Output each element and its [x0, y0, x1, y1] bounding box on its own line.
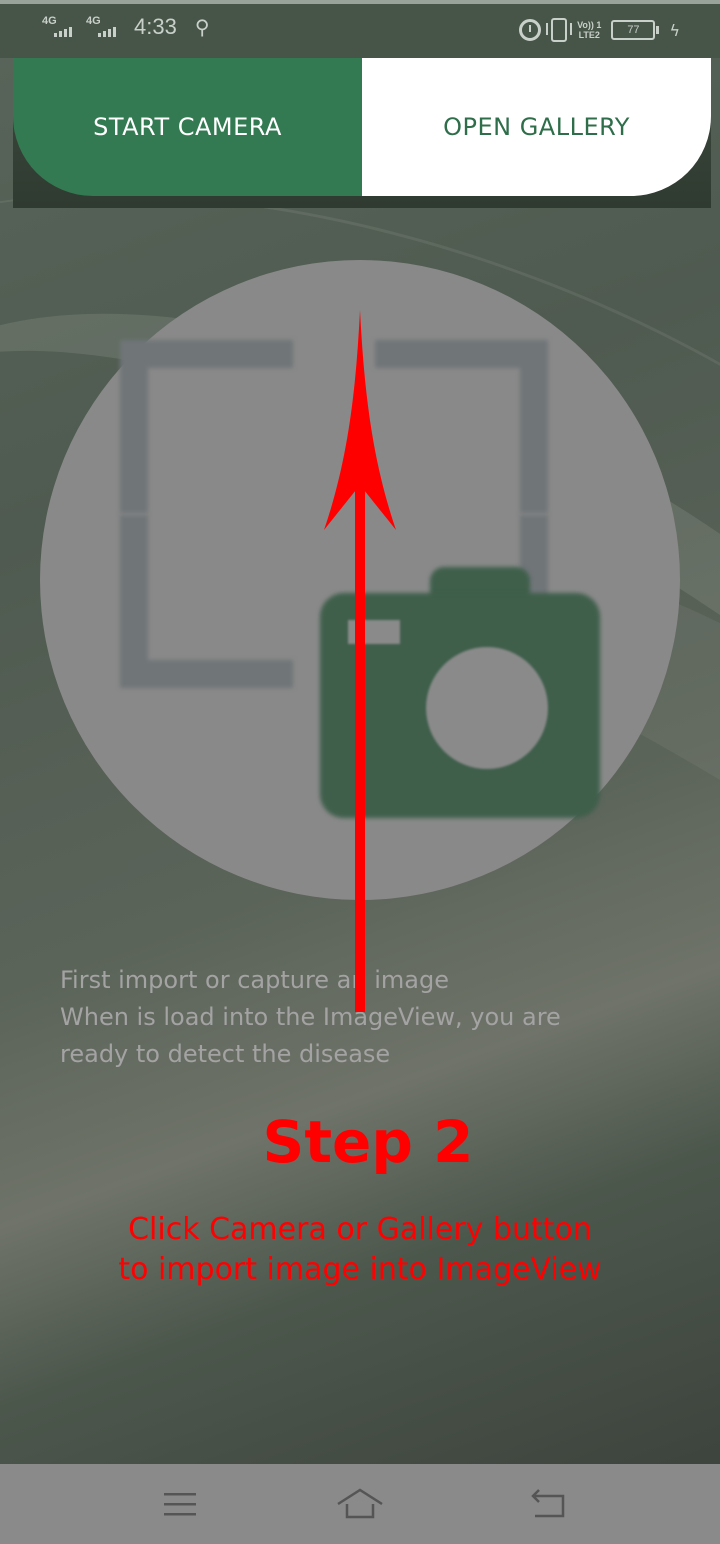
clock: 4:33	[134, 14, 177, 39]
start-camera-button[interactable]: START CAMERA	[13, 58, 362, 196]
open-gallery-button[interactable]: OPEN GALLERY	[362, 58, 711, 196]
charging-icon: ϟ	[669, 20, 680, 40]
battery-icon: 77	[611, 20, 660, 40]
home-icon[interactable]	[335, 1484, 385, 1524]
back-icon[interactable]	[525, 1484, 575, 1524]
signal-icon: 4G	[86, 15, 120, 39]
battery-level: 77	[627, 24, 640, 36]
menu-icon[interactable]	[160, 1484, 210, 1524]
volte-label: Vo)) 1	[577, 20, 602, 30]
usb-icon: ⚲	[194, 15, 210, 39]
network-type-label: 4G	[42, 15, 57, 27]
viewfinder-corner-icon	[375, 340, 548, 513]
annotation-arrow-icon	[324, 310, 396, 1012]
viewfinder-corner-icon	[120, 515, 293, 688]
instruction-line: ready to detect the disease	[60, 1040, 391, 1068]
network-type-label: 4G	[86, 15, 101, 27]
volte-icon: Vo)) 1 LTE2	[577, 20, 601, 40]
signal-icon: 4G	[42, 15, 76, 39]
lte-label: LTE2	[578, 30, 600, 40]
step-description-line: to import image into ImageView	[118, 1252, 602, 1287]
app-screen: 4G 4G 4:33 ⚲ Vo)) 1 LTE2 77 ϟ START CAME…	[0, 0, 720, 1544]
step-description-line: Click Camera or Gallery button	[128, 1212, 592, 1247]
alarm-icon	[519, 19, 542, 41]
viewfinder-corner-icon	[120, 340, 293, 513]
step-description: Click Camera or Gallery button to import…	[0, 1210, 720, 1290]
navigation-bar	[0, 1464, 720, 1544]
camera-lens-icon	[426, 647, 548, 769]
vibrate-icon	[546, 18, 573, 42]
action-button-bar: START CAMERA OPEN GALLERY	[13, 58, 711, 196]
step-title: Step 2	[262, 1108, 474, 1176]
status-bar: 4G 4G 4:33 ⚲ Vo)) 1 LTE2 77 ϟ	[0, 0, 720, 58]
